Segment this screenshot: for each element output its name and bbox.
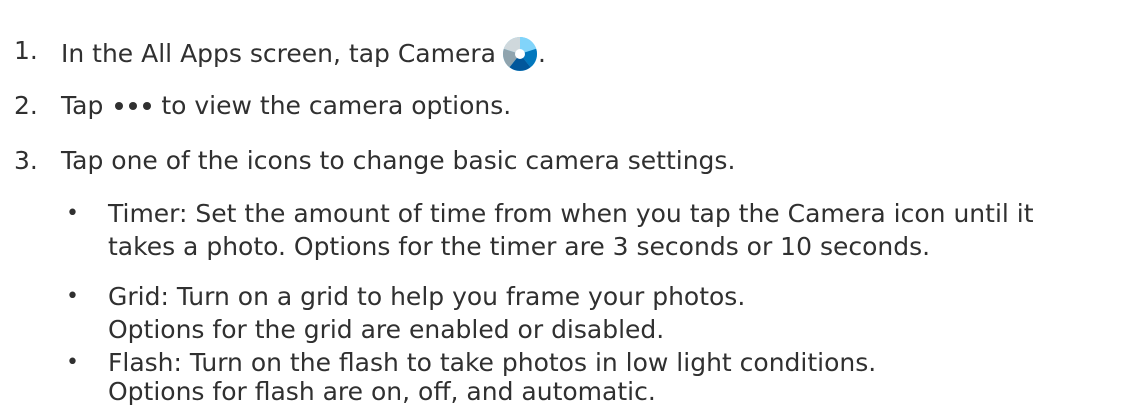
- bullet-line: Timer: Set the amount of time from when …: [108, 199, 1034, 228]
- more-options-icon: [115, 102, 152, 110]
- step-number: 1.: [14, 36, 38, 65]
- camera-app-icon: [502, 36, 537, 71]
- bullet-line: Options for the grid are enabled or disa…: [108, 315, 665, 344]
- step-text-after: to view the camera options.: [161, 91, 512, 120]
- bullet-symbol: •: [66, 201, 79, 226]
- step-text: Tap one of the icons to change basic cam…: [61, 146, 736, 175]
- step-text-before: Tap: [61, 91, 104, 120]
- step-text: In the All Apps screen, tap Camera .: [61, 36, 546, 72]
- step-text-before: In the All Apps screen, tap Camera: [61, 39, 496, 68]
- bullet-line: Flash: Turn on the flash to take photos …: [108, 348, 877, 377]
- bullet-line: Grid: Turn on a grid to help you frame y…: [108, 282, 746, 311]
- step-number: 3.: [14, 146, 38, 175]
- bullet-symbol: •: [66, 284, 79, 309]
- bullet-line: Options for flash are on, off, and autom…: [108, 377, 656, 406]
- bullet-line: takes a photo. Options for the timer are…: [108, 232, 931, 261]
- bullet-symbol: •: [66, 350, 79, 375]
- step-text: Tap to view the camera options.: [61, 91, 511, 121]
- step-number: 2.: [14, 91, 38, 120]
- step-text-after: .: [537, 39, 546, 68]
